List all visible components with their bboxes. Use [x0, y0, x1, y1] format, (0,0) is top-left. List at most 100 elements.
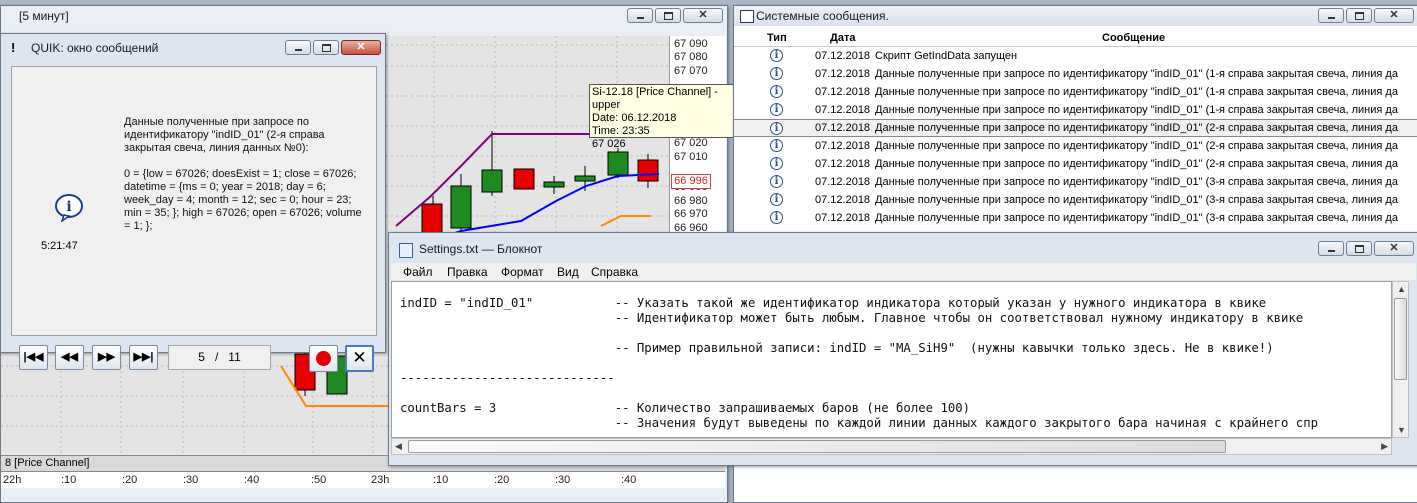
table-row[interactable]: i 07.12.2018 Данные полученные при запросе… [734, 173, 1417, 191]
table-row[interactable]: i 07.12.2018 Данные полученные при запросе… [734, 101, 1417, 119]
row-date: 07.12.2018 [815, 176, 871, 188]
row-message: Данные полученные при запросе по идентиф… [875, 176, 1398, 188]
maximize-button[interactable] [655, 8, 681, 23]
row-message: Данные полученные при запросе по идентиф… [875, 68, 1398, 80]
quik-dialog-titlebar[interactable]: ! QUIK: окно сообщений [1, 38, 385, 58]
info-icon: i [770, 122, 783, 135]
row-message: Данные полученные при запросе по идентиф… [875, 86, 1398, 98]
table-row[interactable]: i 07.12.2018 Данные полученные при запросе… [734, 209, 1417, 227]
page-total: 11 [228, 350, 241, 364]
info-icon: i [770, 103, 783, 116]
scroll-left-icon[interactable]: ◀ [395, 441, 402, 452]
horizontal-scroll-thumb[interactable] [408, 440, 1226, 453]
last-message-button[interactable]: ▶▶| [129, 345, 158, 370]
menu-view[interactable]: Вид [557, 265, 579, 279]
row-date: 07.12.2018 [815, 212, 871, 224]
alert-icon: ! [11, 40, 16, 55]
info-icon: i [770, 175, 783, 188]
column-type[interactable]: Тип [767, 32, 787, 44]
record-button[interactable] [309, 345, 338, 372]
menu-help[interactable]: Справка [591, 265, 638, 279]
editor-content[interactable]: indID = "indID_01" -- Указать такой же и… [400, 296, 1318, 431]
info-icon: i [770, 85, 783, 98]
row-message: Данные полученные при запросе по идентиф… [875, 194, 1398, 206]
minimize-button[interactable] [285, 40, 311, 55]
menu-bar: Файл Правка Формат Вид Справка [391, 263, 1416, 280]
maximize-button[interactable] [1346, 241, 1372, 256]
indicator-panel-label: 8 [Price Channel] [5, 457, 90, 469]
row-message: Данные полученные при запросе по идентиф… [875, 104, 1398, 116]
notepad-titlebar[interactable]: Settings.txt — Блокнот [389, 239, 1417, 259]
maximize-button[interactable] [1346, 8, 1372, 23]
time-tick: :30 [555, 474, 571, 486]
quik-message-dialog[interactable]: ! QUIK: окно сообщений i 5:21:47 Данные … [0, 33, 386, 372]
minimize-button[interactable] [1318, 241, 1344, 256]
tooltip-line: Time: 23:35 [592, 125, 650, 137]
price-tick: 67 010 [674, 151, 708, 163]
scroll-down-icon[interactable]: ▼ [1397, 425, 1406, 435]
tooltip-line: Si-12.18 [Price Channel] - upper [592, 86, 718, 111]
vertical-scrollbar[interactable]: ▲ ▼ [1392, 281, 1409, 438]
text-editor[interactable]: indID = "indID_01" -- Указать такой же и… [391, 281, 1392, 438]
first-message-button[interactable]: |◀◀ [19, 345, 48, 370]
previous-message-button[interactable]: ◀◀ [55, 345, 84, 370]
next-message-button[interactable]: ▶▶ [92, 345, 121, 370]
page-separator: / [214, 350, 219, 364]
column-message[interactable]: Сообщение [1102, 32, 1165, 44]
menu-format[interactable]: Формат [501, 265, 544, 279]
info-icon: i [770, 157, 783, 170]
notepad-icon [399, 243, 413, 258]
close-button[interactable] [683, 8, 723, 23]
system-messages-title: Системные сообщения. [756, 9, 889, 23]
candle [574, 175, 596, 182]
row-date: 07.12.2018 [815, 194, 871, 206]
menu-file[interactable]: Файл [403, 265, 433, 279]
candle [450, 185, 472, 229]
time-tick: :10 [61, 474, 77, 486]
candle [543, 181, 565, 188]
table-row[interactable]: i 07.12.2018 Данные полученные при запросе… [734, 155, 1417, 173]
table-row-selected[interactable]: i 07.12.2018 Данные полученные при запросе… [734, 119, 1417, 137]
row-message: Данные полученные при запросе по идентиф… [875, 122, 1398, 134]
row-date: 07.12.2018 [815, 86, 871, 98]
window-icon [740, 10, 754, 23]
table-row[interactable]: i 07.12.2018 Данные полученные при запросе… [734, 65, 1417, 83]
info-icon: i [770, 193, 783, 206]
info-icon: i [55, 194, 83, 222]
table-row[interactable]: i 07.12.2018 Данные полученные при запросе… [734, 137, 1417, 155]
column-date[interactable]: Дата [830, 32, 855, 44]
quik-dialog-title: QUIK: окно сообщений [31, 41, 159, 55]
close-messages-button[interactable]: ✕ [345, 345, 374, 372]
maximize-button[interactable] [313, 40, 339, 55]
time-tick: :50 [311, 474, 327, 486]
chart-titlebar[interactable]: [5 минут] [1, 6, 727, 26]
price-tick: 67 070 [674, 65, 708, 77]
row-date: 07.12.2018 [815, 158, 871, 170]
notepad-window[interactable]: Settings.txt — Блокнот Файл Правка Форма… [388, 232, 1417, 466]
table-row[interactable]: i 07.12.2018 Скрипт GetIndData запущен [734, 47, 1417, 65]
tooltip-line: 67 026 [592, 138, 626, 150]
row-message: Данные полученные при запросе по идентиф… [875, 140, 1398, 152]
page-current: 5 [198, 350, 205, 364]
close-button[interactable] [341, 40, 381, 55]
price-tick: 66 980 [674, 195, 708, 207]
table-row[interactable]: i 07.12.2018 Данные полученные при запросе… [734, 191, 1417, 209]
menu-edit[interactable]: Правка [447, 265, 488, 279]
minimize-button[interactable] [1318, 8, 1344, 23]
row-message: Данные полученные при запросе по идентиф… [875, 158, 1398, 170]
info-icon: i [770, 139, 783, 152]
vertical-scroll-thumb[interactable] [1394, 298, 1407, 380]
horizontal-scrollbar[interactable]: ◀ ▶ [391, 438, 1392, 455]
row-date: 07.12.2018 [815, 68, 871, 80]
info-icon: i [770, 49, 783, 62]
scroll-right-icon[interactable]: ▶ [1381, 441, 1388, 452]
system-messages-titlebar[interactable]: Системные сообщения. [734, 6, 1417, 26]
time-tick: :20 [494, 474, 510, 486]
price-tick: 67 080 [674, 51, 708, 63]
time-axis: 22h :10 :20 :30 :40 :50 23h :10 :20 :30 … [1, 471, 725, 488]
close-button[interactable] [1374, 8, 1414, 23]
minimize-button[interactable] [627, 8, 653, 23]
table-row[interactable]: i 07.12.2018 Данные полученные при запросе… [734, 83, 1417, 101]
close-button[interactable] [1374, 241, 1414, 256]
scroll-up-icon[interactable]: ▲ [1397, 284, 1406, 294]
